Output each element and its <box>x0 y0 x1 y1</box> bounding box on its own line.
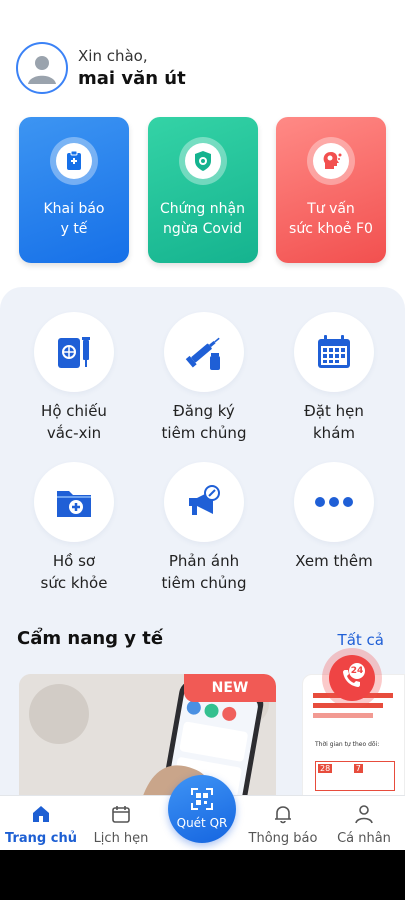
service-label-line2: tiêm chủng <box>161 574 247 592</box>
card-label-line1: Chứng nhận <box>160 201 245 217</box>
clipboard-icon <box>67 150 81 170</box>
app-screen: Xin chào, mai văn út Khai báo y tế Chứng… <box>0 0 405 850</box>
nav-schedule[interactable]: Lịch hẹn <box>81 804 161 846</box>
health-declaration-card[interactable]: Khai báo y tế <box>19 117 129 263</box>
services-panel: Hộ chiếu vắc-xin Đăng ký tiêm chủng Đặt … <box>0 287 405 809</box>
service-vaccination-registration[interactable]: Đăng ký tiêm chủng <box>139 312 269 444</box>
service-label-line1: Xem thêm <box>295 552 373 570</box>
service-label-line2: khám <box>313 424 355 442</box>
nav-schedule-label: Lịch hẹn <box>93 831 149 846</box>
home-icon <box>33 806 49 822</box>
hotline-number: 24 <box>349 663 365 679</box>
nav-profile-label: Cá nhân <box>337 831 391 846</box>
service-label-line1: Hồ sơ <box>52 552 96 570</box>
service-health-record[interactable]: Hồ sơ sức khỏe <box>9 462 139 594</box>
card-label-line2: sức khoẻ F0 <box>289 221 373 237</box>
service-label-line2: sức khỏe <box>40 574 108 592</box>
calendar-icon <box>318 335 350 368</box>
user-silhouette-icon <box>28 56 56 84</box>
service-label-line1: Đặt hẹn <box>304 402 364 420</box>
card-label-line1: Tư vấn <box>307 201 355 217</box>
card-label-line1: Khai báo <box>43 201 105 217</box>
service-label-line2: vắc-xin <box>46 424 102 442</box>
card-label-line2: y tế <box>60 221 88 237</box>
news-card-2-days: 28 <box>318 764 333 773</box>
avatar[interactable] <box>16 42 68 94</box>
qr-code-icon <box>191 788 213 810</box>
greeting-header: Xin chào, mai văn út <box>16 42 186 94</box>
nav-profile[interactable]: Cá nhân <box>324 804 404 846</box>
more-dots-icon <box>315 497 353 507</box>
nav-notifications[interactable]: Thông báo <box>243 804 323 846</box>
covid-certificate-card[interactable]: Chứng nhận ngừa Covid <box>147 117 258 263</box>
service-vaccine-passport[interactable]: Hộ chiếu vắc-xin <box>9 312 139 444</box>
service-label-line1: Hộ chiếu <box>41 402 107 420</box>
service-label-line2: tiêm chủng <box>161 424 247 442</box>
hotline-button[interactable]: 24 <box>322 648 382 708</box>
news-card-2-text: Thời gian tự theo dõi: <box>315 741 380 748</box>
bell-icon <box>275 806 291 824</box>
greeting-text: Xin chào, <box>78 47 148 65</box>
nav-notifications-label: Thông báo <box>248 831 318 846</box>
section-title: Cẩm nang y tế <box>17 628 164 649</box>
f0-consultation-card[interactable]: Tư vấn sức khoẻ F0 <box>276 117 386 263</box>
new-badge: NEW <box>184 674 276 702</box>
service-book-appointment[interactable]: Đặt hẹn khám <box>269 312 399 444</box>
service-see-more[interactable]: Xem thêm <box>269 462 399 594</box>
news-card-2-days-2: 7 <box>353 764 363 773</box>
quick-action-cards: Khai báo y tế Chứng nhận ngừa Covid Tư v… <box>19 117 386 263</box>
head-virus-icon <box>323 152 342 169</box>
services-grid: Hộ chiếu vắc-xin Đăng ký tiêm chủng Đặt … <box>9 312 399 594</box>
nav-home[interactable]: Trang chủ <box>1 804 81 846</box>
syringe-vial-icon <box>185 337 220 370</box>
service-label-line1: Phản ánh <box>168 552 240 570</box>
person-icon <box>355 805 373 824</box>
service-label-line1: Đăng ký <box>173 402 235 420</box>
user-name: mai văn út <box>78 68 186 89</box>
card-label-line2: ngừa Covid <box>162 221 243 237</box>
medical-folder-icon <box>57 491 91 517</box>
virus-shield-icon <box>194 151 211 171</box>
megaphone-icon <box>189 485 220 515</box>
news-card[interactable]: NEW <box>19 674 276 809</box>
passport-syringe-icon <box>58 337 90 368</box>
scan-qr-label: Quét QR <box>176 816 228 830</box>
calendar-outline-icon <box>112 806 130 823</box>
service-vaccination-feedback[interactable]: Phản ánh tiêm chủng <box>139 462 269 594</box>
nav-home-label: Trang chủ <box>5 831 77 846</box>
see-all-link[interactable]: Tất cả <box>338 631 384 649</box>
scan-qr-button[interactable]: Quét QR <box>168 775 236 843</box>
